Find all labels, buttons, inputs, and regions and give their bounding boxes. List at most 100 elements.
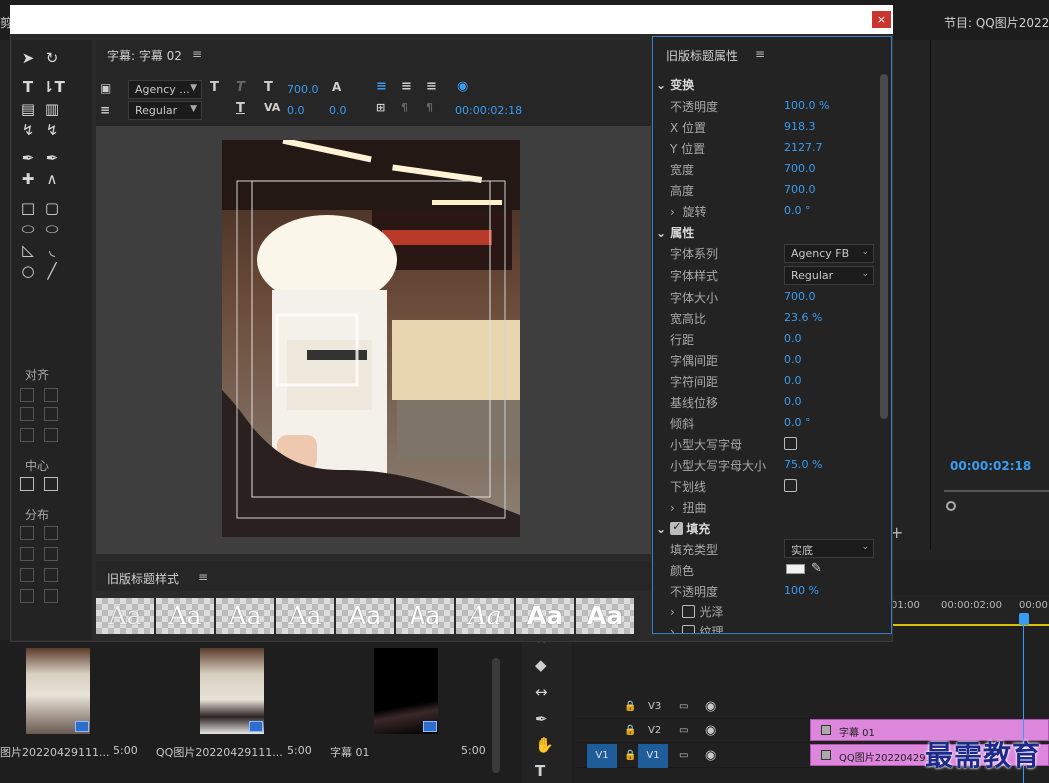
program-scrubber[interactable] xyxy=(944,490,1049,492)
font-style-select[interactable]: Regular ⌄ xyxy=(784,266,874,285)
eye-icon[interactable]: ◉ xyxy=(705,699,716,714)
program-timecode[interactable]: 00:00:02:18 xyxy=(950,459,1031,473)
program-monitor-title[interactable]: 节目: QQ图片20220 xyxy=(944,14,1049,31)
selection-tool-icon[interactable]: ➤ xyxy=(18,49,38,67)
add-anchor-tool-icon[interactable]: ✚ xyxy=(18,170,38,188)
line-tool-icon[interactable]: ╱ xyxy=(42,262,62,280)
fill-type-select[interactable]: 实底 ⌄ xyxy=(784,539,874,558)
ellipse-tool-icon[interactable]: ○ xyxy=(18,262,38,280)
distribute-spacing-h-icon[interactable] xyxy=(20,589,34,603)
rounded-rect-tool-icon[interactable]: ▢ xyxy=(42,199,62,217)
align-center-text-icon[interactable]: ≡ xyxy=(401,79,412,94)
new-title-icon[interactable]: ▣ xyxy=(100,81,111,95)
video-frame[interactable] xyxy=(222,140,520,537)
section-attributes[interactable]: ⌄ 属性 xyxy=(656,224,694,241)
sync-icon[interactable]: ▭ xyxy=(679,701,688,712)
kerning-value[interactable]: 0.0 xyxy=(287,104,305,117)
style-swatch[interactable]: Aa xyxy=(576,598,634,634)
align-bottom-icon[interactable] xyxy=(44,428,58,442)
roll-crawl-icon[interactable]: ≡ xyxy=(100,103,110,117)
pen-tool-icon[interactable]: ✒ xyxy=(18,149,38,167)
sync-icon[interactable]: ▭ xyxy=(679,725,688,736)
prop-value[interactable]: 100.0 % xyxy=(784,99,829,112)
align-right-text-icon[interactable]: ≡ xyxy=(426,79,437,94)
font-size-value[interactable]: 700.0 xyxy=(287,83,319,96)
prop-texture[interactable]: › 纹理 xyxy=(670,623,723,633)
program-scrubber-knob[interactable] xyxy=(946,501,956,511)
distribute-spacing-v-icon[interactable] xyxy=(44,589,58,603)
style-swatch[interactable]: Aa xyxy=(336,598,394,634)
prop-distort[interactable]: › 扭曲 xyxy=(670,499,706,516)
prop-rotation[interactable]: › 旋转 xyxy=(670,203,706,220)
prop-value[interactable]: 0.0 ° xyxy=(784,416,811,429)
hand-icon[interactable]: ✋ xyxy=(535,736,554,754)
panel-menu-icon[interactable]: ≡ xyxy=(192,47,202,61)
distribute-hcenter-icon[interactable] xyxy=(20,547,34,561)
center-vertical-icon[interactable] xyxy=(44,477,58,491)
distribute-top-icon[interactable] xyxy=(44,526,58,540)
align-vcenter-icon[interactable] xyxy=(44,407,58,421)
eyedropper-icon[interactable]: ✎ xyxy=(811,561,822,576)
prop-value[interactable]: 0.0 xyxy=(784,395,802,408)
style-swatch[interactable]: Aa xyxy=(96,598,154,634)
track-name[interactable]: V1 xyxy=(638,744,668,768)
small-caps-checkbox[interactable] xyxy=(784,437,797,450)
prop-value[interactable]: 2127.7 xyxy=(784,141,823,154)
prop-value[interactable]: 0.0 xyxy=(784,374,802,387)
pen-icon[interactable]: ✒ xyxy=(535,710,548,728)
align-left-icon[interactable] xyxy=(20,388,34,402)
tab-right-icon[interactable]: ¶ xyxy=(426,101,433,114)
style-swatch[interactable]: Aa xyxy=(396,598,454,634)
distribute-left-icon[interactable] xyxy=(20,526,34,540)
prop-value[interactable]: 700.0 xyxy=(784,162,816,175)
section-fill[interactable]: ⌄ 填充 xyxy=(656,520,710,537)
project-item[interactable]: QQ图片20220429111... 5:00 xyxy=(150,648,312,759)
playhead-handle[interactable] xyxy=(1019,613,1029,625)
align-top-icon[interactable] xyxy=(44,388,58,402)
properties-scrollbar[interactable] xyxy=(880,74,888,419)
wedge-tool-icon[interactable]: ◺ xyxy=(18,241,38,259)
align-hcenter-icon[interactable] xyxy=(20,407,34,421)
razor-icon[interactable]: ◆ xyxy=(535,656,547,674)
distribute-right-icon[interactable] xyxy=(20,568,34,582)
type-icon[interactable]: T xyxy=(535,762,545,780)
font-style-dropdown[interactable]: Regular ▼ xyxy=(128,101,202,120)
clipped-corner-tool-icon[interactable]: ⬭ xyxy=(18,220,38,238)
window-titlebar[interactable] xyxy=(10,5,893,34)
path-type-tool-icon[interactable]: ↯ xyxy=(18,121,38,139)
prop-value[interactable]: 23.6 % xyxy=(784,311,822,324)
rotation-tool-icon[interactable]: ↻ xyxy=(42,49,62,67)
vertical-path-type-tool-icon[interactable]: ↯ xyxy=(42,121,62,139)
distribute-vcenter-icon[interactable] xyxy=(44,547,58,561)
prop-value[interactable]: 918.3 xyxy=(784,120,816,133)
slip-icon[interactable]: ↔ xyxy=(535,683,548,701)
source-target-v1[interactable]: V1 xyxy=(587,744,617,768)
type-tool-icon[interactable]: T xyxy=(18,78,38,96)
eye-icon[interactable]: ◉ xyxy=(705,723,716,738)
prop-value[interactable]: 75.0 % xyxy=(784,458,822,471)
rectangle-tool-icon[interactable]: □ xyxy=(18,199,38,217)
fill-color-swatch[interactable] xyxy=(786,564,805,574)
font-family-dropdown[interactable]: Agency ... ▼ xyxy=(128,80,202,99)
prop-value[interactable]: 700.0 xyxy=(784,290,816,303)
bold-icon[interactable]: T xyxy=(210,80,219,95)
prop-value[interactable]: 700.0 xyxy=(784,183,816,196)
style-swatch[interactable]: Aa xyxy=(156,598,214,634)
lock-icon[interactable]: 🔒 xyxy=(624,701,636,712)
underline-icon[interactable]: T xyxy=(236,101,245,116)
underline-checkbox[interactable] xyxy=(784,479,797,492)
editor-timecode[interactable]: 00:00:02:18 xyxy=(455,104,522,117)
prop-value[interactable]: 0.0 xyxy=(784,332,802,345)
vertical-type-tool-icon[interactable]: ⇂T xyxy=(42,78,65,96)
eye-icon[interactable]: ◉ xyxy=(705,748,716,763)
delete-anchor-tool-icon[interactable]: ✒ xyxy=(42,149,62,167)
lock-icon[interactable]: 🔒 xyxy=(624,750,636,761)
vertical-area-type-tool-icon[interactable]: ▥ xyxy=(42,100,62,118)
close-button[interactable]: × xyxy=(872,11,891,28)
style-swatch[interactable]: Aa xyxy=(216,598,274,634)
prop-value[interactable]: 0.0 xyxy=(784,353,802,366)
style-swatch[interactable]: Aa xyxy=(456,598,514,634)
show-background-icon[interactable]: ◉ xyxy=(457,79,468,94)
tab-left-icon[interactable]: ¶ xyxy=(401,101,408,114)
section-transform[interactable]: ⌄ 变换 xyxy=(656,76,694,93)
